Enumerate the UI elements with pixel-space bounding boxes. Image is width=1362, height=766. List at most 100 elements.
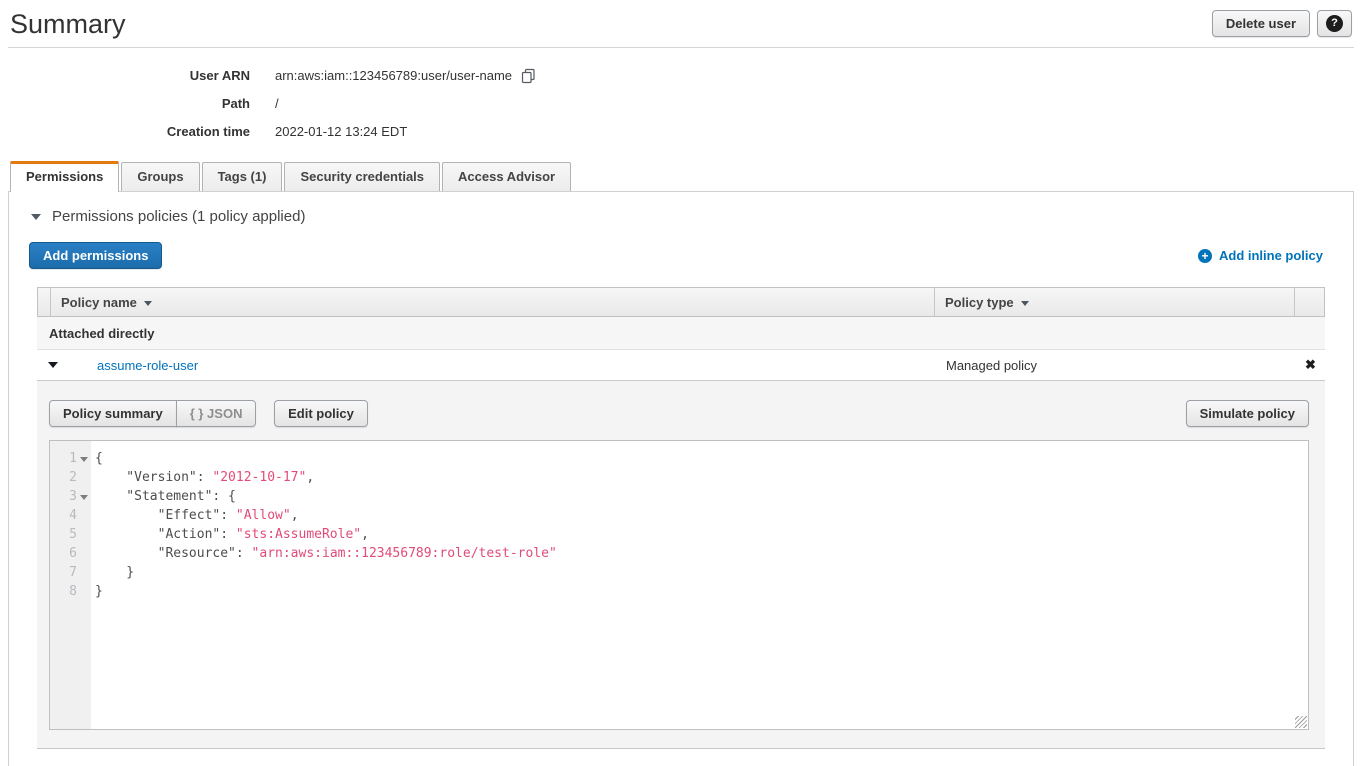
- info-label: Path: [0, 96, 250, 111]
- json-plain-token: "Resource":: [95, 546, 252, 561]
- editor-code-area[interactable]: { "Version": "2012-10-17", "Statement": …: [91, 441, 1308, 729]
- json-plain-token: }: [95, 565, 134, 580]
- fold-toggle-icon: [77, 544, 91, 563]
- info-value: 2022-01-12 13:24 EDT: [275, 124, 407, 139]
- table-group-row: Attached directly: [37, 317, 1325, 350]
- table-row: assume-role-user Managed policy ✖: [37, 350, 1325, 381]
- sort-down-icon: [1021, 301, 1029, 306]
- info-value: arn:aws:iam::123456789:user/user-name: [275, 67, 536, 84]
- copy-icon[interactable]: [521, 68, 536, 84]
- line-number: 8: [69, 582, 77, 601]
- help-button[interactable]: ?: [1317, 10, 1352, 37]
- row-collapse-toggle[interactable]: [37, 362, 97, 368]
- policy-name-header-label: Policy name: [61, 295, 137, 310]
- json-plain-token: ,: [306, 470, 314, 485]
- expander-column-header: [38, 288, 51, 316]
- code-line: "Effect": "Allow",: [95, 506, 1308, 525]
- editor-resize-handle[interactable]: [1295, 716, 1307, 728]
- code-line: "Resource": "arn:aws:iam::123456789:role…: [95, 544, 1308, 563]
- policy-type-header-label: Policy type: [945, 295, 1014, 310]
- policy-summary-button[interactable]: Policy summary: [49, 400, 177, 427]
- line-number: 3: [69, 487, 77, 506]
- info-row: Creation time 2022-01-12 13:24 EDT: [0, 117, 1362, 145]
- code-line: "Statement": {: [95, 487, 1308, 506]
- gutter-line: 3: [50, 487, 91, 506]
- json-string-token: "arn:aws:iam::123456789:role/test-role": [252, 546, 557, 561]
- policy-view-toggle-group: Policy summary { } JSON: [49, 400, 256, 427]
- fold-toggle-icon: [77, 506, 91, 525]
- line-number: 5: [69, 525, 77, 544]
- edit-policy-button[interactable]: Edit policy: [274, 400, 368, 427]
- info-row: User ARN arn:aws:iam::123456789:user/use…: [0, 61, 1362, 89]
- policy-detail-panel: Policy summary { } JSON Edit policy Simu…: [37, 381, 1325, 749]
- code-line: }: [95, 563, 1308, 582]
- policy-detail-toolbar: Policy summary { } JSON Edit policy Simu…: [49, 400, 1309, 427]
- user-info-block: User ARN arn:aws:iam::123456789:user/use…: [0, 61, 1362, 145]
- gutter-line: 6: [50, 544, 91, 563]
- section-heading-label: Permissions policies (1 policy applied): [52, 208, 305, 225]
- info-value: /: [275, 96, 279, 111]
- fold-toggle-icon: [77, 468, 91, 487]
- line-number: 6: [69, 544, 77, 563]
- code-line: {: [95, 449, 1308, 468]
- permissions-policies-section-header[interactable]: Permissions policies (1 policy applied): [31, 208, 1333, 225]
- page-header: Summary Delete user ?: [8, 0, 1354, 48]
- page-title: Summary: [10, 8, 126, 41]
- help-icon: ?: [1326, 15, 1343, 32]
- json-plain-token: ,: [291, 508, 299, 523]
- column-header-policy-type[interactable]: Policy type: [935, 288, 1295, 316]
- tab-label: Permissions: [26, 169, 103, 184]
- add-inline-policy-link[interactable]: + Add inline policy: [1198, 248, 1323, 263]
- fold-toggle-icon: [77, 582, 91, 601]
- json-button[interactable]: { } JSON: [176, 400, 257, 427]
- json-plain-token: {: [95, 451, 103, 466]
- group-row-label: Attached directly: [49, 326, 154, 341]
- tab-label: Security credentials: [300, 169, 424, 184]
- gutter-line: 7: [50, 563, 91, 582]
- fold-toggle-icon[interactable]: [77, 487, 91, 506]
- chevron-down-icon: [31, 214, 41, 220]
- tab-label: Groups: [137, 169, 183, 184]
- policy-type-cell: Managed policy: [936, 358, 1296, 373]
- json-string-token: "Allow": [236, 508, 291, 523]
- json-plain-token: "Effect":: [95, 508, 236, 523]
- sort-down-icon: [144, 301, 152, 306]
- tab-bar: Permissions Groups Tags (1) Security creden…: [0, 161, 1362, 191]
- tab-groups[interactable]: Groups: [121, 162, 199, 191]
- remove-policy-icon[interactable]: ✖: [1296, 357, 1325, 373]
- tab-label: Access Advisor: [458, 169, 555, 184]
- gutter-line: 8: [50, 582, 91, 601]
- json-plain-token: "Action":: [95, 527, 236, 542]
- info-value-text: arn:aws:iam::123456789:user/user-name: [275, 68, 512, 83]
- code-line: "Action": "sts:AssumeRole",: [95, 525, 1308, 544]
- info-value-text: /: [275, 96, 279, 111]
- column-header-policy-name[interactable]: Policy name: [51, 288, 935, 316]
- policy-view-buttons: Policy summary { } JSON Edit policy: [49, 400, 368, 427]
- fold-toggle-icon[interactable]: [77, 449, 91, 468]
- tab-access-advisor[interactable]: Access Advisor: [442, 162, 571, 191]
- permissions-tab-panel: Permissions policies (1 policy applied) …: [8, 191, 1354, 766]
- info-label: User ARN: [0, 68, 250, 83]
- code-line: "Version": "2012-10-17",: [95, 468, 1308, 487]
- actions-column-header: [1295, 288, 1324, 316]
- line-number: 1: [69, 449, 77, 468]
- policy-name-link[interactable]: assume-role-user: [97, 358, 936, 373]
- json-plain-token: "Version":: [95, 470, 212, 485]
- fold-toggle-icon: [77, 563, 91, 582]
- json-plain-token: }: [95, 584, 103, 599]
- delete-user-button[interactable]: Delete user: [1212, 10, 1310, 37]
- chevron-down-icon: [48, 362, 58, 368]
- permissions-toolbar: Add permissions + Add inline policy: [29, 242, 1333, 269]
- info-value-text: 2022-01-12 13:24 EDT: [275, 124, 407, 139]
- gutter-line: 2: [50, 468, 91, 487]
- tab-security-credentials[interactable]: Security credentials: [284, 162, 440, 191]
- tab-permissions[interactable]: Permissions: [10, 161, 119, 192]
- policy-table-header: Policy name Policy type: [37, 287, 1325, 317]
- header-actions: Delete user ?: [1212, 10, 1352, 37]
- json-code-editor[interactable]: 1 2 3 4 5 6 7 8 { "Version": "2012-10-17…: [49, 440, 1309, 730]
- simulate-policy-button[interactable]: Simulate policy: [1186, 400, 1309, 427]
- line-number: 4: [69, 506, 77, 525]
- tab-tags-1[interactable]: Tags (1): [202, 162, 283, 191]
- add-permissions-button[interactable]: Add permissions: [29, 242, 162, 269]
- fold-toggle-icon: [77, 525, 91, 544]
